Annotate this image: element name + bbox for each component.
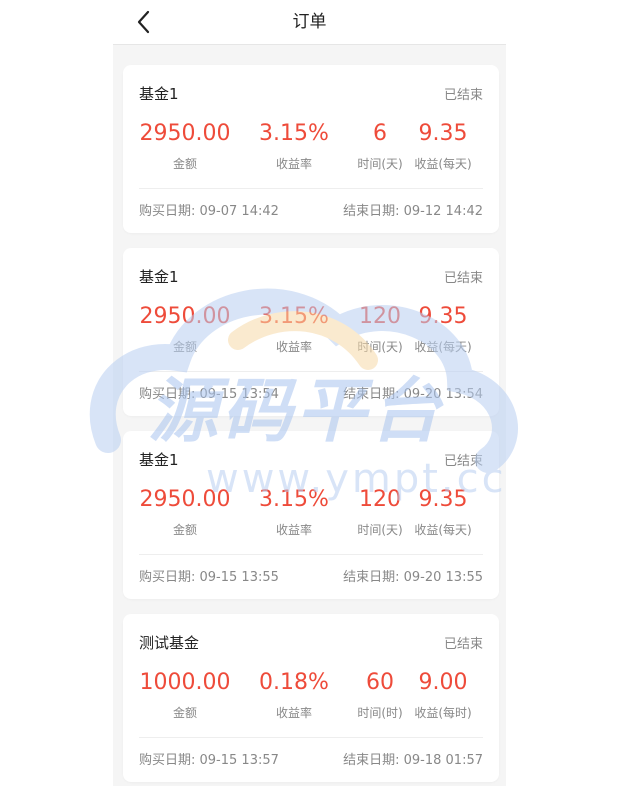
rate-label: 收益率 (275, 706, 312, 720)
order-dates: 购买日期: 09-15 13:54 结束日期: 09-20 13:54 (139, 383, 483, 402)
rate-label: 收益率 (275, 157, 312, 171)
status-badge: 已结束 (443, 88, 483, 103)
rate-value: 3.15% (259, 487, 329, 512)
amount-label: 金额 (172, 706, 197, 720)
divider (139, 737, 483, 738)
order-page: 订单 基金1 已结束 2950.00 金额 3.15% 收益率 6 时间(天) (113, 0, 506, 786)
amount-label: 金额 (172, 523, 197, 537)
buy-date: 购买日期: 09-15 13:57 (139, 753, 279, 768)
rate-value: 0.18% (259, 670, 329, 695)
stat-rate: 3.15% 收益率 (231, 119, 357, 172)
amount-value: 2950.00 (139, 304, 231, 329)
fund-name: 基金1 (139, 85, 179, 103)
income-value: 9.35 (418, 487, 468, 512)
duration-value: 6 (373, 121, 387, 146)
income-label: 收益(每天) (414, 340, 472, 354)
buy-date: 购买日期: 09-15 13:54 (139, 387, 279, 402)
order-stats: 2950.00 金额 3.15% 收益率 120 时间(天) 9.35 收益(每… (139, 485, 483, 538)
divider (139, 188, 483, 189)
stat-amount: 2950.00 金额 (139, 302, 231, 355)
fund-name: 基金1 (139, 268, 179, 286)
income-value: 9.35 (418, 304, 468, 329)
rate-value: 3.15% (259, 304, 329, 329)
stat-duration: 120 时间(天) (357, 302, 403, 355)
nav-bar: 订单 (113, 0, 506, 45)
order-stats: 2950.00 金额 3.15% 收益率 120 时间(天) 9.35 收益(每… (139, 302, 483, 355)
order-card[interactable]: 基金1 已结束 2950.00 金额 3.15% 收益率 6 时间(天) 9.3… (123, 65, 499, 233)
duration-label: 时间(天) (357, 157, 403, 171)
order-dates: 购买日期: 09-15 13:55 结束日期: 09-20 13:55 (139, 566, 483, 585)
order-stats: 2950.00 金额 3.15% 收益率 6 时间(天) 9.35 收益(每天) (139, 119, 483, 172)
duration-label: 时间(天) (357, 523, 403, 537)
duration-label: 时间(时) (357, 706, 403, 720)
order-card[interactable]: 基金1 已结束 2950.00 金额 3.15% 收益率 120 时间(天) 9… (123, 248, 499, 416)
stat-income: 9.35 收益(每天) (403, 485, 483, 538)
rate-value: 3.15% (259, 121, 329, 146)
stat-duration: 60 时间(时) (357, 668, 403, 721)
stat-amount: 2950.00 金额 (139, 485, 231, 538)
status-badge: 已结束 (443, 637, 483, 652)
stat-duration: 6 时间(天) (357, 119, 403, 172)
rate-label: 收益率 (275, 340, 312, 354)
order-dates: 购买日期: 09-15 13:57 结束日期: 09-18 01:57 (139, 749, 483, 768)
page-title: 订单 (292, 12, 327, 32)
amount-label: 金额 (172, 157, 197, 171)
income-label: 收益(每天) (414, 157, 472, 171)
rate-label: 收益率 (275, 523, 312, 537)
divider (139, 554, 483, 555)
amount-value: 2950.00 (139, 121, 231, 146)
end-date: 结束日期: 09-20 13:55 (343, 570, 483, 585)
status-badge: 已结束 (443, 454, 483, 469)
duration-value: 60 (366, 670, 394, 695)
fund-name: 测试基金 (139, 634, 200, 652)
stat-amount: 2950.00 金额 (139, 119, 231, 172)
end-date: 结束日期: 09-12 14:42 (343, 204, 483, 219)
stat-income: 9.35 收益(每天) (403, 119, 483, 172)
duration-value: 120 (359, 304, 401, 329)
amount-value: 1000.00 (139, 670, 231, 695)
divider (139, 371, 483, 372)
amount-label: 金额 (172, 340, 197, 354)
stat-income: 9.00 收益(每时) (403, 668, 483, 721)
order-card[interactable]: 测试基金 已结束 1000.00 金额 0.18% 收益率 60 时间(时) 9… (123, 614, 499, 782)
status-badge: 已结束 (443, 271, 483, 286)
stat-rate: 3.15% 收益率 (231, 485, 357, 538)
stat-duration: 120 时间(天) (357, 485, 403, 538)
duration-value: 120 (359, 487, 401, 512)
fund-name: 基金1 (139, 451, 179, 469)
duration-label: 时间(天) (357, 340, 403, 354)
income-label: 收益(每时) (414, 706, 472, 720)
income-value: 9.35 (418, 121, 468, 146)
end-date: 结束日期: 09-18 01:57 (343, 753, 483, 768)
stat-income: 9.35 收益(每天) (403, 302, 483, 355)
buy-date: 购买日期: 09-15 13:55 (139, 570, 279, 585)
income-label: 收益(每天) (414, 523, 472, 537)
order-dates: 购买日期: 09-07 14:42 结束日期: 09-12 14:42 (139, 200, 483, 219)
buy-date: 购买日期: 09-07 14:42 (139, 204, 279, 219)
order-card[interactable]: 基金1 已结束 2950.00 金额 3.15% 收益率 120 时间(天) 9… (123, 431, 499, 599)
amount-value: 2950.00 (139, 487, 231, 512)
income-value: 9.00 (418, 670, 468, 695)
order-list: 基金1 已结束 2950.00 金额 3.15% 收益率 6 时间(天) 9.3… (123, 65, 499, 786)
stat-rate: 3.15% 收益率 (231, 302, 357, 355)
stat-amount: 1000.00 金额 (139, 668, 231, 721)
end-date: 结束日期: 09-20 13:54 (343, 387, 483, 402)
order-stats: 1000.00 金额 0.18% 收益率 60 时间(时) 9.00 收益(每时… (139, 668, 483, 721)
stat-rate: 0.18% 收益率 (231, 668, 357, 721)
